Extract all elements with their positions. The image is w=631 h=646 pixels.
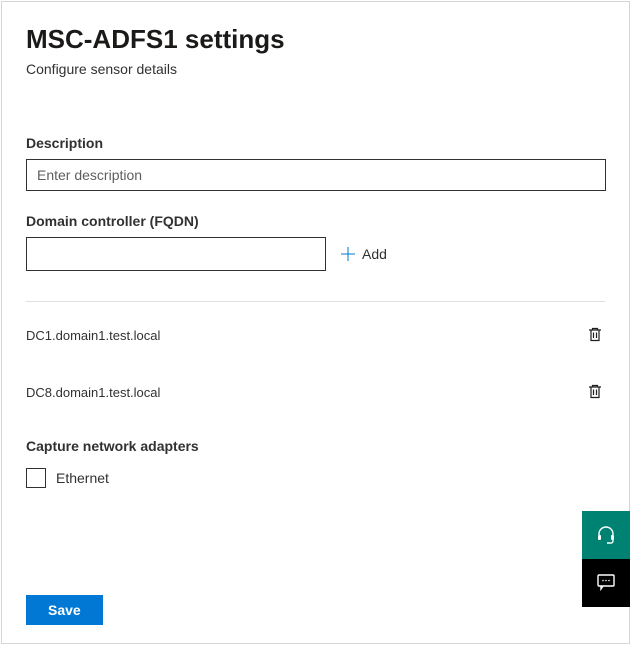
- add-label: Add: [362, 246, 387, 262]
- dc-fqdn-input[interactable]: [26, 237, 326, 271]
- adapter-checkbox[interactable]: [26, 468, 46, 488]
- divider: [26, 301, 605, 302]
- chat-icon: [596, 572, 616, 595]
- headset-icon: [596, 524, 616, 547]
- add-dc-button[interactable]: Add: [336, 242, 391, 266]
- adapter-option-label: Ethernet: [56, 470, 109, 486]
- support-button[interactable]: [582, 511, 630, 559]
- adapter-option: Ethernet: [26, 468, 605, 488]
- floating-actions: [582, 511, 630, 607]
- dc-input-row: Add: [26, 237, 605, 271]
- trash-icon: [587, 326, 603, 345]
- trash-icon: [587, 383, 603, 402]
- feedback-button[interactable]: [582, 559, 630, 607]
- plus-icon: [340, 246, 356, 262]
- delete-dc-button[interactable]: [585, 381, 605, 404]
- description-input[interactable]: [26, 159, 606, 191]
- adapters-label: Capture network adapters: [26, 438, 605, 454]
- delete-dc-button[interactable]: [585, 324, 605, 347]
- save-button[interactable]: Save: [26, 595, 103, 625]
- settings-panel: MSC-ADFS1 settings Configure sensor deta…: [1, 1, 630, 644]
- page-subtitle: Configure sensor details: [26, 61, 605, 77]
- dc-label: Domain controller (FQDN): [26, 213, 605, 229]
- dc-item-name: DC1.domain1.test.local: [26, 328, 160, 343]
- page-title: MSC-ADFS1 settings: [26, 24, 605, 55]
- dc-list-item: DC8.domain1.test.local: [26, 381, 605, 404]
- dc-list-item: DC1.domain1.test.local: [26, 324, 605, 347]
- description-label: Description: [26, 135, 605, 151]
- dc-item-name: DC8.domain1.test.local: [26, 385, 160, 400]
